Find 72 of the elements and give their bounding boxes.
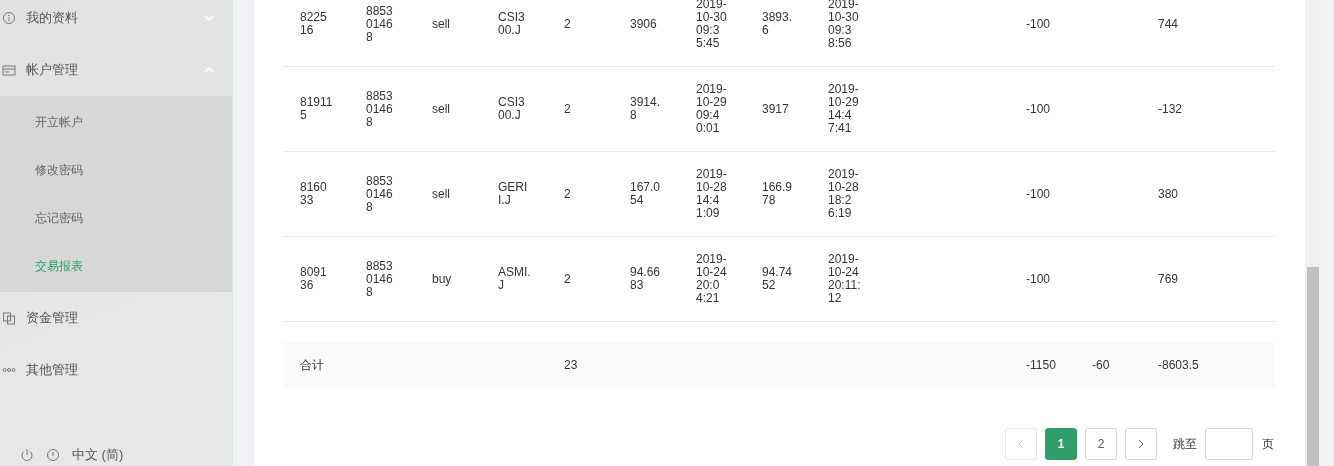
table-cell-text: 3893.6 bbox=[762, 11, 794, 37]
jump-label: 跳至 bbox=[1173, 435, 1197, 453]
card-icon bbox=[2, 63, 16, 77]
table-cell-text: 94.6683 bbox=[630, 266, 662, 292]
table-cell-text: -100 bbox=[1026, 272, 1052, 286]
table-cell-text: -100 bbox=[1026, 187, 1052, 201]
table-cell-text: 2019-10-30 09:38:56 bbox=[828, 0, 860, 50]
table-cell-text: 769 bbox=[1158, 272, 1180, 286]
menu-item[interactable]: 我的资料 bbox=[0, 0, 232, 44]
table-cell-text: buy bbox=[432, 272, 453, 286]
table-cell-text: sell bbox=[432, 187, 451, 201]
table-cell-text: 3914.8 bbox=[630, 96, 662, 122]
language-selector[interactable]: 中文 (简) bbox=[0, 444, 124, 466]
summary-cell: -60 bbox=[1092, 358, 1110, 372]
table-cell-text: sell bbox=[432, 17, 451, 31]
table-cell-text: 2019-10-28 14:41:09 bbox=[696, 168, 728, 220]
page-input[interactable] bbox=[1205, 428, 1253, 460]
table-cell-text: 166.978 bbox=[762, 181, 794, 207]
table-cell-text: 167.054 bbox=[630, 181, 662, 207]
table-cell-text: sell bbox=[432, 102, 451, 116]
table-cell: 2019-10-24 20:11:12 bbox=[828, 253, 861, 305]
submenu-item[interactable]: 修改密码 bbox=[0, 146, 232, 194]
summary-cell: -8603.5 bbox=[1158, 358, 1199, 372]
next-page-button[interactable] bbox=[1125, 428, 1157, 460]
table-cell-text: 2019-10-28 18:26:19 bbox=[828, 168, 860, 220]
table-cell-text: GERII.J bbox=[498, 181, 529, 207]
table-cell-text: 2019-10-29 14:47:41 bbox=[828, 83, 860, 135]
table-cell-text: 380 bbox=[1158, 187, 1180, 201]
table-cell-text: 885301468 bbox=[366, 259, 394, 299]
page-button[interactable]: 2 bbox=[1085, 428, 1117, 460]
table-cell-text: 2 bbox=[564, 272, 572, 286]
table-cell-text: -132 bbox=[1158, 102, 1184, 116]
table-cell-text: 2 bbox=[564, 102, 572, 116]
table-cell-text: 3917 bbox=[762, 102, 790, 116]
table-cell: ASMI.J bbox=[498, 266, 531, 292]
info-icon bbox=[46, 448, 60, 462]
scrollbar[interactable] bbox=[1305, 0, 1320, 466]
table-cell-text: 885301468 bbox=[366, 174, 394, 214]
submenu-item[interactable]: 开立帐户 bbox=[0, 98, 232, 146]
table-cell-text: 2 bbox=[564, 187, 572, 201]
page-suffix: 页 bbox=[1262, 435, 1274, 453]
scrollbar-thumb[interactable] bbox=[1307, 267, 1319, 466]
menu-item[interactable]: 帐户管理 bbox=[0, 44, 232, 96]
summary-cell: 23 bbox=[564, 358, 578, 372]
chevron-left-icon bbox=[1018, 439, 1024, 449]
table-cell-text: 94.7452 bbox=[762, 266, 794, 292]
power-icon bbox=[20, 448, 34, 462]
info-icon bbox=[2, 11, 16, 25]
summary-cell: -1150 bbox=[1026, 358, 1056, 372]
table-cell-text: 809136 bbox=[300, 266, 328, 292]
page-button[interactable]: 1 bbox=[1045, 428, 1077, 460]
table-cell-text: 822516 bbox=[300, 11, 328, 37]
table-cell: 819115 bbox=[300, 96, 333, 122]
summary-cell: 合计 bbox=[300, 356, 324, 374]
table-cell-text: 744 bbox=[1158, 17, 1180, 31]
table-cell-text: 2019-10-30 09:35:45 bbox=[696, 0, 728, 50]
table-cell-text: 816033 bbox=[300, 181, 328, 207]
table-cell-text: 2019-10-29 09:40:01 bbox=[696, 83, 728, 135]
table-cell-text: 885301468 bbox=[366, 4, 394, 44]
table-cell-text: 2 bbox=[564, 17, 572, 31]
table-cell-text: CSI300.J bbox=[498, 96, 526, 122]
menu-item[interactable]: 资金管理 bbox=[0, 292, 232, 344]
table-cell-text: 2019-10-24 20:04:21 bbox=[696, 253, 728, 305]
table-cell-text: 885301468 bbox=[366, 89, 394, 129]
table-cell-text: CSI300.J bbox=[498, 11, 526, 37]
table-cell-text: -100 bbox=[1026, 102, 1052, 116]
menu-item[interactable]: 其他管理 bbox=[0, 344, 232, 396]
submenu-item[interactable]: 忘记密码 bbox=[0, 194, 232, 242]
copy-icon bbox=[2, 311, 16, 325]
table-cell-text: 3906 bbox=[630, 17, 658, 31]
table-cell-text: -100 bbox=[1026, 17, 1052, 31]
chevron-right-icon bbox=[1138, 439, 1144, 449]
